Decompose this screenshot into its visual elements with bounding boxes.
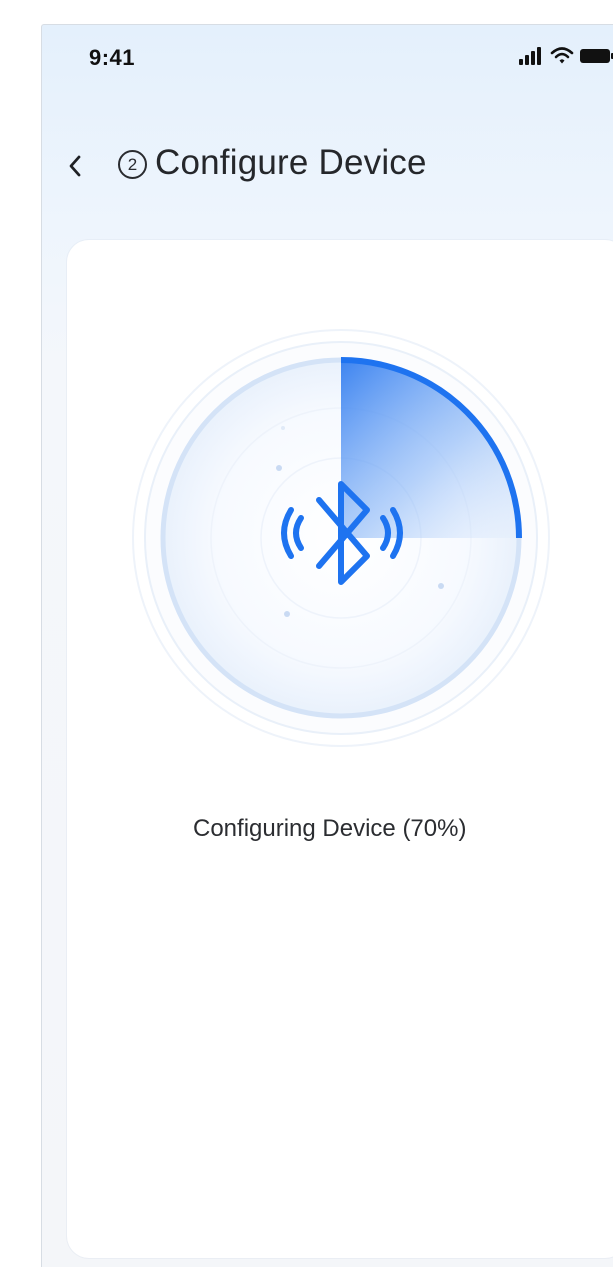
progress-label: Configuring Device (70%): [193, 815, 467, 842]
radar-dot: [438, 583, 444, 589]
page-title: 2 Configure Device: [118, 143, 427, 183]
progress-status-text: Configuring Device (70%): [67, 815, 613, 843]
status-time: 9:41: [89, 45, 136, 70]
radar-dot: [284, 611, 290, 617]
progress-ring: [132, 329, 550, 747]
cellular-signal-icon: [519, 47, 541, 65]
radar-dot: [276, 465, 282, 471]
phone-screen: 9:41 2 Configure Device Configuring Devi…: [41, 24, 613, 1267]
step-badge: 2: [118, 150, 147, 179]
status-icons: [518, 45, 613, 67]
back-button[interactable]: [62, 151, 88, 181]
radar-dot: [281, 426, 285, 430]
config-card: Configuring Device (70%): [67, 240, 613, 1258]
battery-icon: [580, 49, 613, 63]
status-bar: 9:41: [42, 25, 613, 91]
wifi-icon: [550, 47, 574, 64]
page-title-text: Configure Device: [155, 143, 427, 182]
chevron-left-icon: [69, 155, 81, 177]
header: 2 Configure Device: [42, 135, 613, 195]
